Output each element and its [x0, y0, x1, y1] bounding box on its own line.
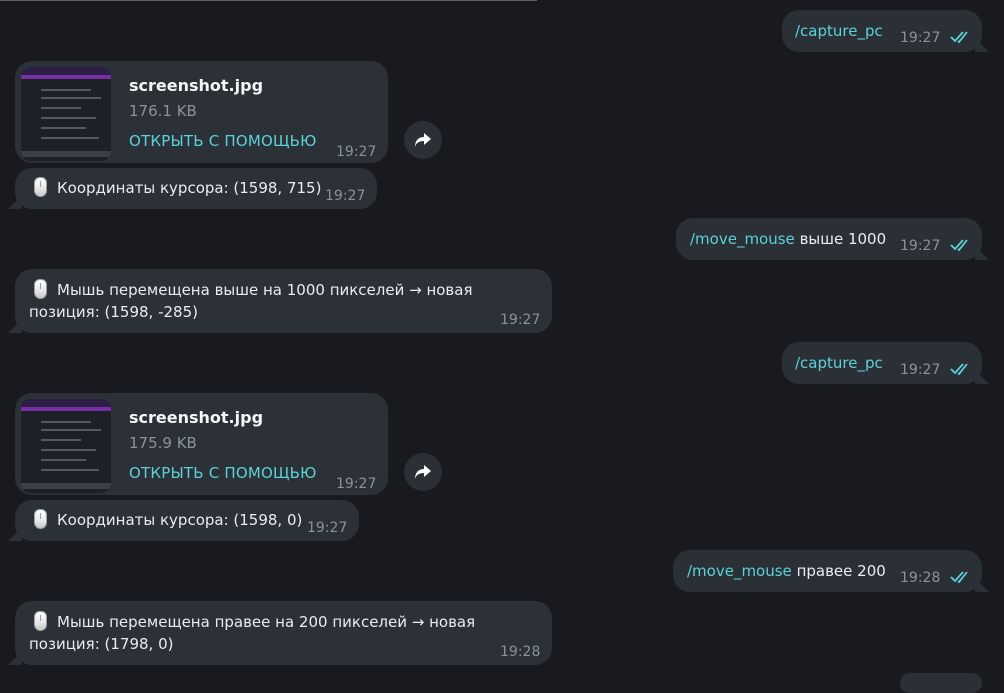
message-text: Координаты курсора: (1598, 715) [57, 179, 322, 197]
message-text-line2: позиция: (1598, -285) [29, 303, 198, 321]
message-time: 19:27 [325, 188, 366, 204]
command-link[interactable]: /capture_pc [795, 352, 883, 374]
message-time: 19:28 [900, 570, 941, 586]
message-time: 19:27 [900, 30, 941, 46]
file-message[interactable]: screenshot.jpg 176.1 KB ОТКРЫТЬ С ПОМОЩЬ… [15, 61, 388, 163]
file-size: 175.9 KB [129, 434, 197, 452]
open-with-button[interactable]: ОТКРЫТЬ С ПОМОЩЬЮ [129, 130, 317, 152]
double-check-icon [950, 571, 968, 584]
file-message[interactable]: screenshot.jpg 175.9 KB ОТКРЫТЬ С ПОМОЩЬ… [15, 393, 388, 495]
outgoing-message[interactable]: /capture_pc 19:27 [782, 10, 982, 52]
file-thumbnail[interactable] [21, 399, 111, 493]
incoming-message: Координаты курсора: (1598, 715) 19:27 [15, 168, 377, 209]
computer-mouse-icon [34, 611, 47, 631]
command-link[interactable]: /capture_pc [795, 20, 883, 42]
message-text: Координаты курсора: (1598, 0) [57, 511, 303, 529]
forward-button[interactable] [404, 453, 442, 491]
message-time: 19:27 [307, 520, 348, 536]
command-args: выше 1000 [794, 230, 887, 248]
top-divider [0, 0, 537, 1]
message-text: Мышь перемещена правее на 200 пикселей →… [57, 613, 476, 631]
incoming-message: Координаты курсора: (1598, 0) 19:27 [15, 500, 359, 541]
forward-arrow-icon [415, 133, 431, 147]
message-time: 19:27 [900, 238, 941, 254]
message-time: 19:28 [500, 644, 541, 660]
double-check-icon [950, 31, 968, 44]
forward-button[interactable] [404, 121, 442, 159]
message-time: 19:27 [900, 362, 941, 378]
command-args: правее 200 [791, 562, 886, 580]
command-link[interactable]: /move_mouse [687, 562, 792, 580]
message-text-line2: позиция: (1798, 0) [29, 635, 174, 653]
incoming-message: Мышь перемещена правее на 200 пикселей →… [15, 601, 552, 665]
outgoing-message[interactable]: /move_mouse правее 200 19:28 [673, 550, 982, 592]
message-time: 19:27 [500, 312, 541, 328]
incoming-message: Мышь перемещена выше на 1000 пикселей → … [15, 269, 552, 333]
outgoing-message[interactable]: /capture_pc 19:27 [782, 342, 982, 384]
outgoing-message[interactable]: /move_mouse выше 1000 19:27 [676, 218, 982, 260]
outgoing-message-partial[interactable] [900, 673, 982, 693]
file-thumbnail[interactable] [21, 67, 111, 161]
command-link[interactable]: /move_mouse [690, 230, 795, 248]
message-text: Мышь перемещена выше на 1000 пикселей → … [57, 281, 473, 299]
message-time: 19:27 [336, 476, 377, 492]
file-name: screenshot.jpg [129, 408, 264, 427]
double-check-icon [950, 363, 968, 376]
forward-arrow-icon [415, 465, 431, 479]
message-time: 19:27 [336, 144, 377, 160]
file-name: screenshot.jpg [129, 76, 264, 95]
open-with-button[interactable]: ОТКРЫТЬ С ПОМОЩЬЮ [129, 462, 317, 484]
computer-mouse-icon [34, 509, 47, 529]
double-check-icon [950, 239, 968, 252]
computer-mouse-icon [34, 177, 47, 197]
computer-mouse-icon [34, 279, 47, 299]
file-size: 176.1 KB [129, 102, 197, 120]
